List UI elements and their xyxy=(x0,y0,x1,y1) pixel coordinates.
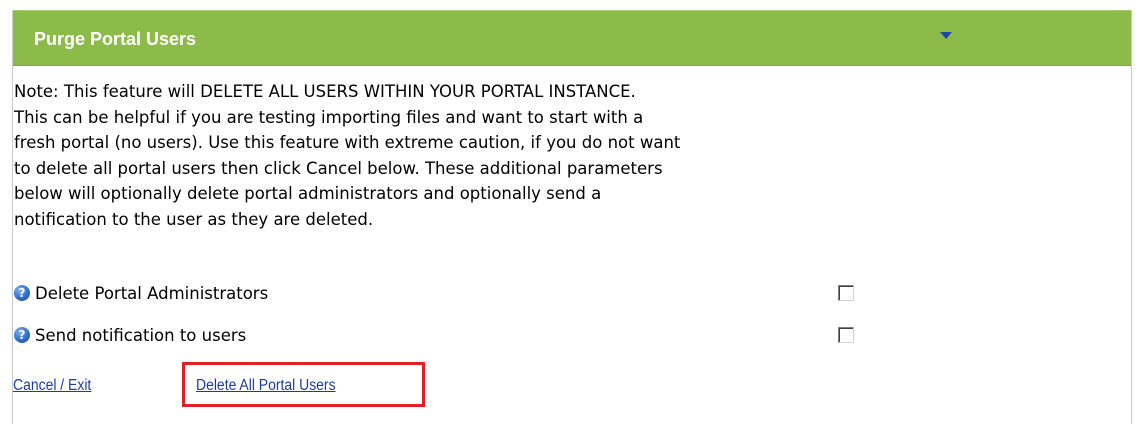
note-line: Note: This feature will DELETE ALL USERS… xyxy=(14,82,636,101)
option-send-notification: ? Send notification to users xyxy=(14,325,914,349)
note-line: This can be helpful if you are testing i… xyxy=(14,107,644,127)
help-icon[interactable]: ? xyxy=(14,327,30,343)
note-line: below will optionally delete portal admi… xyxy=(14,184,602,203)
warning-note: Note: This feature will DELETE ALL USERS… xyxy=(14,79,914,232)
delete-admins-label: Delete Portal Administrators xyxy=(35,284,269,303)
send-notification-label: Send notification to users xyxy=(35,326,247,345)
cancel-exit-link[interactable]: Cancel / Exit xyxy=(13,376,91,396)
panel-header: Purge Portal Users xyxy=(13,10,1131,66)
delete-admins-checkbox[interactable] xyxy=(838,285,854,301)
note-line: to delete all portal users then click Ca… xyxy=(14,158,663,178)
chevron-down-icon[interactable] xyxy=(940,32,952,39)
send-notification-checkbox[interactable] xyxy=(838,327,854,343)
help-icon[interactable]: ? xyxy=(14,285,30,301)
panel-title: Purge Portal Users xyxy=(34,29,197,49)
note-line: fresh portal (no users). Use this featur… xyxy=(14,133,681,152)
option-delete-admins: ? Delete Portal Administrators xyxy=(14,283,914,307)
highlight-box xyxy=(182,362,425,407)
note-line: notification to the user as they are del… xyxy=(14,209,374,229)
